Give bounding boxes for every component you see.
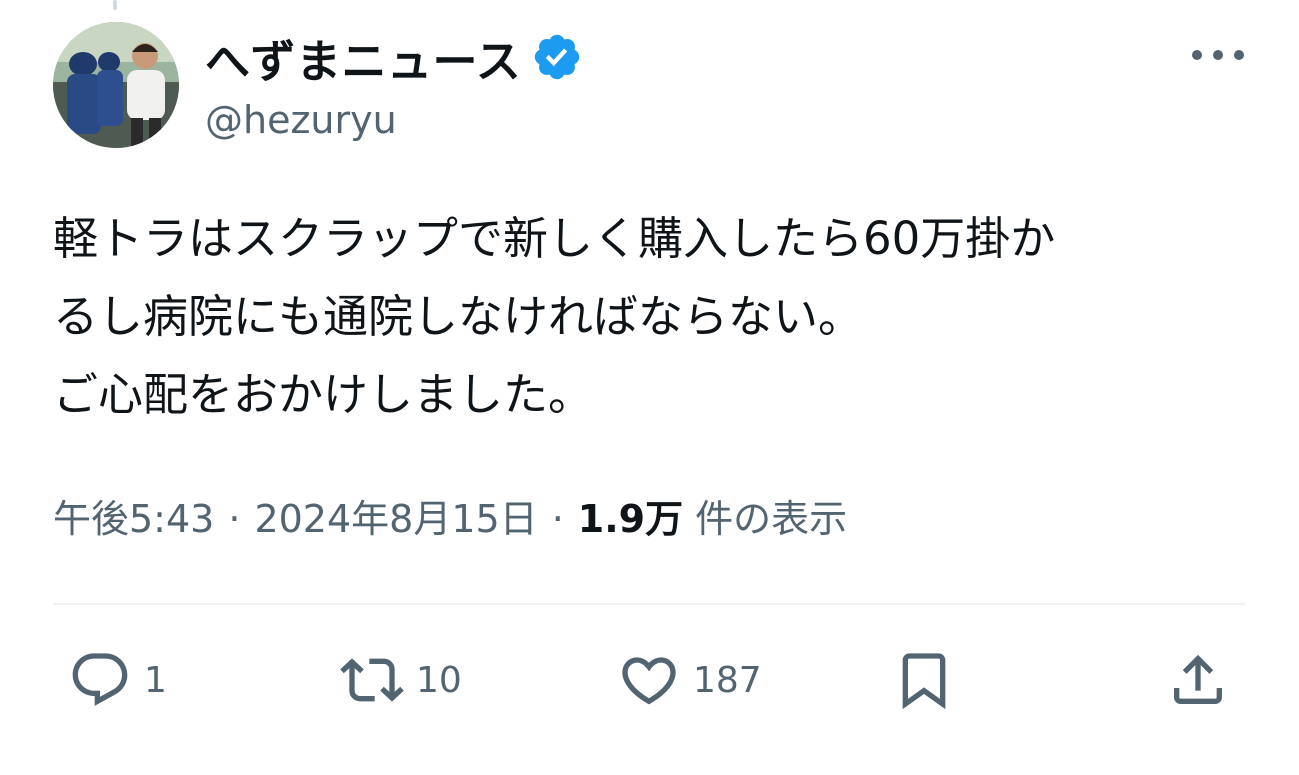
bookmark-icon [902, 653, 946, 710]
tweet-time[interactable]: 午後5:43 [53, 488, 214, 543]
author-avatar[interactable] [53, 22, 179, 148]
tweet-meta: 午後5:43 · 2024年8月15日 · 1.9万 件の表示 [53, 488, 847, 543]
share-icon [1174, 654, 1222, 704]
author-display-name[interactable]: へずまニュース [205, 25, 521, 90]
reply-button[interactable]: 1 [68, 648, 167, 712]
bookmark-button[interactable] [892, 648, 956, 712]
retweet-count: 10 [416, 659, 462, 701]
views-count[interactable]: 1.9万 [578, 488, 683, 543]
heart-icon [622, 657, 676, 705]
views-label[interactable]: 件の表示 [695, 488, 847, 543]
meta-separator: · [551, 497, 564, 541]
reply-count: 1 [144, 659, 167, 701]
thread-connector-line [113, 0, 117, 10]
tweet-text: 軽トラはスクラップで新しく購入したら60万掛か るし病院にも通院しなければならな… [53, 200, 1253, 434]
reply-icon [72, 653, 128, 706]
more-horizontal-icon [1234, 50, 1244, 60]
share-button[interactable] [1166, 648, 1230, 712]
author-handle[interactable]: @hezuryu [205, 98, 397, 142]
meta-separator: · [228, 497, 241, 541]
action-bar-divider [53, 603, 1245, 605]
verified-badge-icon[interactable] [531, 31, 583, 83]
tweet-date[interactable]: 2024年8月15日 [254, 488, 537, 543]
retweet-button[interactable]: 10 [340, 648, 462, 712]
tweet-text-line: 軽トラはスクラップで新しく購入したら60万掛か [53, 212, 1056, 265]
avatar-photo-icon [53, 22, 179, 148]
like-button[interactable]: 187 [617, 648, 762, 712]
more-horizontal-icon [1192, 50, 1202, 60]
author-name-row[interactable]: へずまニュース [205, 24, 583, 90]
more-horizontal-icon [1213, 50, 1223, 60]
like-count: 187 [693, 659, 762, 701]
tweet-text-line: るし病院にも通院しなければならない。 [53, 290, 864, 343]
more-options-button[interactable] [1192, 40, 1244, 70]
tweet-text-line: ご心配をおかけしました。 [53, 368, 594, 421]
retweet-icon [340, 658, 404, 702]
